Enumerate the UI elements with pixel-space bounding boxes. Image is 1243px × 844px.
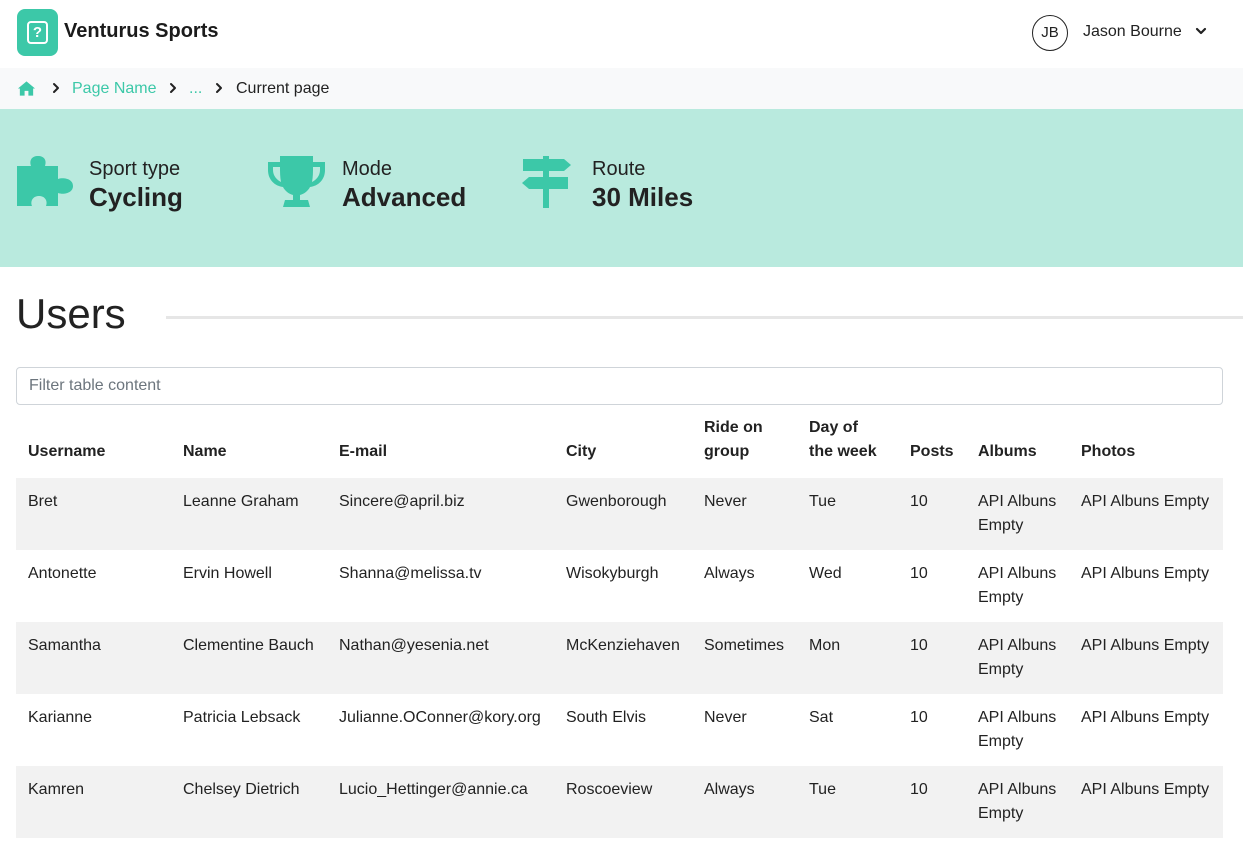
app-logo[interactable]: ? — [17, 9, 58, 56]
stat-value-sport-type: Cycling — [89, 182, 183, 212]
cell-name: Leanne Graham — [183, 493, 299, 510]
cell-posts-link[interactable]: 10 — [898, 694, 966, 766]
cell-posts-link[interactable]: 10 — [898, 550, 966, 622]
cell-ride-on-group: Always — [704, 781, 755, 798]
stat-label-route: Route — [592, 158, 646, 180]
cell-name: Clementine Bauch — [183, 637, 314, 654]
table-row: Samantha Clementine Bauch Nathan@yesenia… — [16, 622, 1223, 694]
column-header-photos[interactable]: Photos — [1069, 405, 1223, 478]
cell-email-link[interactable]: Sincere@april.biz — [327, 478, 554, 550]
stats-banner: Sport type Cycling Mode Advanced Route 3… — [0, 109, 1243, 267]
cell-posts-link[interactable]: 10 — [898, 766, 966, 838]
cell-city-link[interactable]: Gwenborough — [554, 478, 692, 550]
cell-name: Chelsey Dietrich — [183, 781, 300, 798]
cell-username: Kamren — [28, 781, 85, 798]
cell-albums-link[interactable]: API Albuns Empty — [966, 694, 1069, 766]
top-navbar: ? Venturus Sports JB Jason Bourne — [0, 0, 1243, 68]
brand-name[interactable]: Venturus Sports — [64, 20, 218, 43]
cell-city-link[interactable]: Wisokyburgh — [554, 550, 692, 622]
user-menu-name[interactable]: Jason Bourne — [1083, 23, 1182, 41]
cell-ride-on-group: Never — [704, 709, 747, 726]
chevron-right-icon — [53, 83, 59, 93]
cell-email-link[interactable]: Julianne.OConner@kory.org — [327, 694, 554, 766]
cell-photos: API Albuns Empty — [1081, 781, 1210, 798]
cell-username: Antonette — [28, 565, 97, 582]
stat-label-sport-type: Sport type — [89, 158, 181, 180]
table-header-row: Username Name E-mail City Ride on group … — [16, 405, 1223, 478]
column-header-ride-on-group[interactable]: Ride on group — [692, 405, 797, 478]
cell-albums-link[interactable]: API Albuns Empty — [966, 766, 1069, 838]
cell-username: Samantha — [28, 637, 101, 654]
cell-albums-link[interactable]: API Albuns Empty — [966, 478, 1069, 550]
cell-username: Karianne — [28, 709, 93, 726]
cell-photos: API Albuns Empty — [1081, 637, 1210, 654]
users-table: Username Name E-mail City Ride on group … — [16, 405, 1223, 838]
trophy-icon — [268, 156, 325, 207]
cell-email-link[interactable]: Lucio_Hettinger@annie.ca — [327, 766, 554, 838]
breadcrumb-link-page-name[interactable]: Page Name — [72, 80, 157, 98]
cell-albums-link[interactable]: API Albuns Empty — [966, 622, 1069, 694]
cell-city-link[interactable]: McKenziehaven — [554, 622, 692, 694]
table-row: Antonette Ervin Howell Shanna@melissa.tv… — [16, 550, 1223, 622]
cell-albums-link[interactable]: API Albuns Empty — [966, 550, 1069, 622]
signpost-icon — [522, 156, 571, 208]
chevron-down-icon[interactable] — [1195, 25, 1207, 37]
cell-day-of-week: Mon — [809, 637, 841, 654]
cell-ride-on-group: Never — [704, 493, 747, 510]
breadcrumb-link-ellipsis[interactable]: ... — [189, 80, 202, 98]
home-icon[interactable] — [17, 80, 36, 97]
cell-day-of-week: Wed — [809, 565, 842, 582]
puzzle-piece-icon — [17, 156, 73, 206]
table-row: Kamren Chelsey Dietrich Lucio_Hettinger@… — [16, 766, 1223, 838]
cell-posts-link[interactable]: 10 — [898, 622, 966, 694]
filter-input[interactable] — [16, 367, 1223, 405]
cell-email-link[interactable]: Shanna@melissa.tv — [327, 550, 554, 622]
cell-city-link[interactable]: South Elvis — [554, 694, 692, 766]
chevron-right-icon — [170, 83, 176, 93]
cell-day-of-week: Tue — [809, 493, 836, 510]
cell-photos: API Albuns Empty — [1081, 709, 1210, 726]
table-row: Bret Leanne Graham Sincere@april.biz Gwe… — [16, 478, 1223, 550]
stat-label-mode: Mode — [342, 158, 393, 180]
column-header-name[interactable]: Name — [171, 405, 327, 478]
stat-value-route: 30 Miles — [592, 182, 694, 212]
column-header-email[interactable]: E-mail — [327, 405, 554, 478]
column-header-albums[interactable]: Albums — [966, 405, 1069, 478]
column-header-city[interactable]: City — [554, 405, 692, 478]
cell-photos: API Albuns Empty — [1081, 493, 1210, 510]
section-title: Users — [16, 290, 126, 337]
column-header-day-of-week[interactable]: Day of the week — [797, 405, 898, 478]
cell-city-link[interactable]: Roscoeview — [554, 766, 692, 838]
cell-day-of-week: Sat — [809, 709, 834, 726]
stat-value-mode: Advanced — [342, 182, 467, 212]
cell-photos: API Albuns Empty — [1081, 565, 1210, 582]
chevron-right-icon — [216, 83, 222, 93]
breadcrumb: Page Name ... Current page — [0, 68, 1243, 109]
breadcrumb-current: Current page — [236, 80, 330, 97]
column-header-posts[interactable]: Posts — [898, 405, 966, 478]
cell-username: Bret — [28, 493, 58, 510]
table-row: Karianne Patricia Lebsack Julianne.OConn… — [16, 694, 1223, 766]
cell-posts-link[interactable]: 10 — [898, 478, 966, 550]
cell-name: Ervin Howell — [183, 565, 272, 582]
avatar[interactable]: JB — [1032, 15, 1068, 51]
cell-day-of-week: Tue — [809, 781, 836, 798]
cell-name: Patricia Lebsack — [183, 709, 301, 726]
section-divider — [166, 316, 1243, 319]
cell-ride-on-group: Always — [704, 565, 755, 582]
question-square-icon: ? — [27, 21, 48, 44]
column-header-username[interactable]: Username — [16, 405, 171, 478]
cell-email-link[interactable]: Nathan@yesenia.net — [327, 622, 554, 694]
cell-ride-on-group: Sometimes — [704, 637, 785, 654]
